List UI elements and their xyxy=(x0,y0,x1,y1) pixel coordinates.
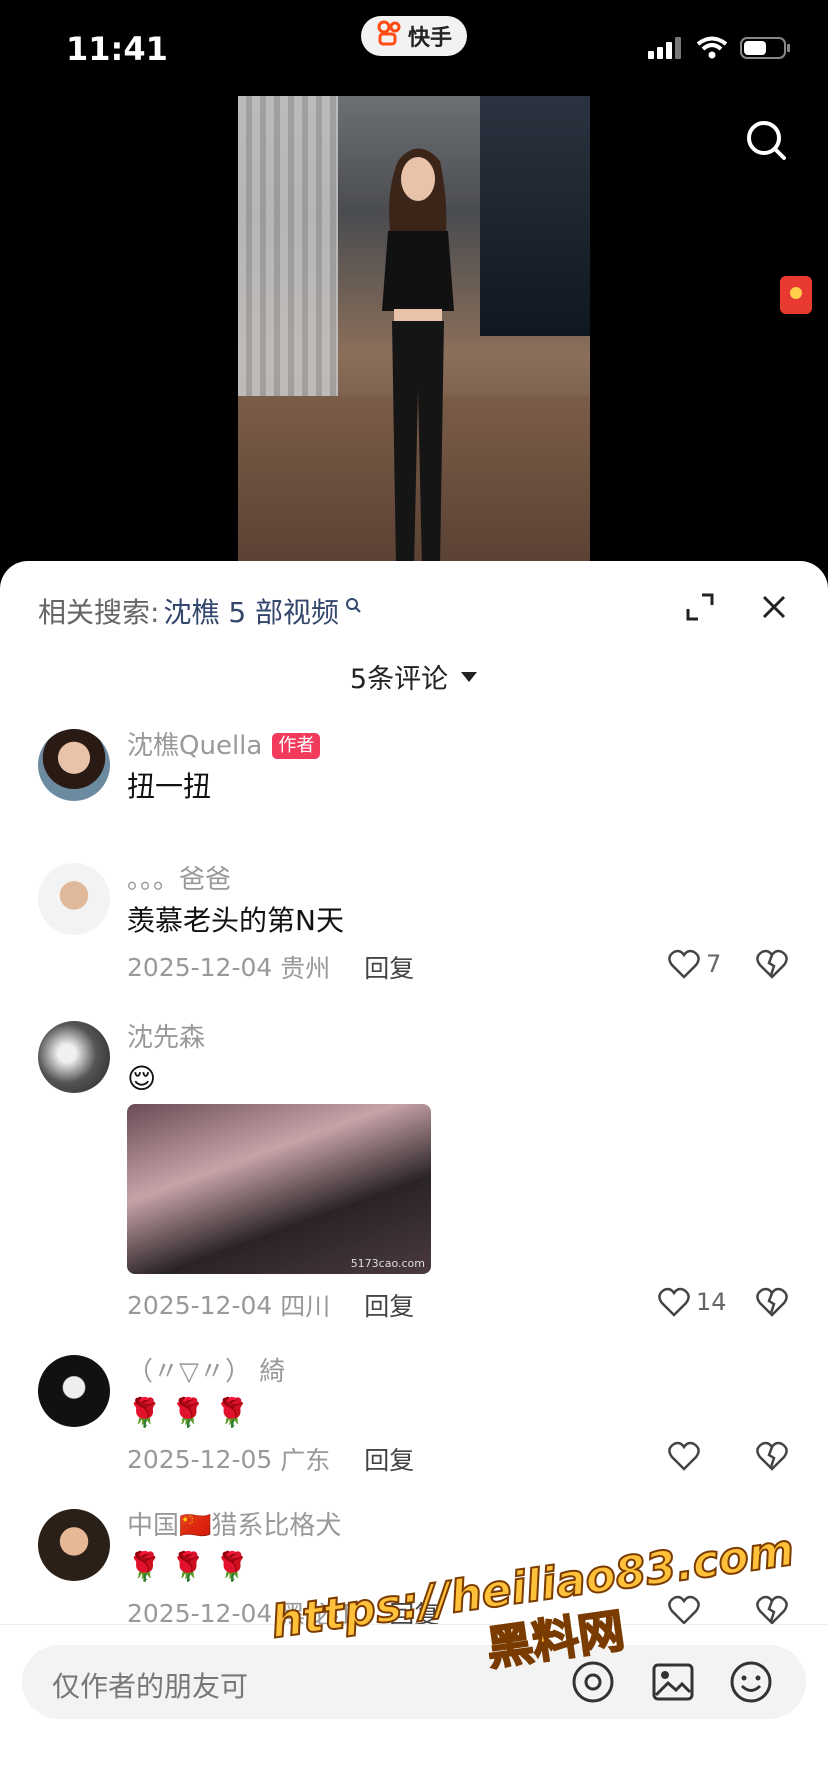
app-pill[interactable]: 快手 xyxy=(361,16,467,56)
battery-icon xyxy=(740,37,790,59)
dislike-button[interactable] xyxy=(756,1287,788,1321)
comment-text[interactable]: 🌹 🌹 🌹 xyxy=(127,1393,787,1433)
comment-meta: 2025-12-05 广东 回复 xyxy=(127,1441,414,1477)
comment-count-toggle[interactable]: 5条评论 xyxy=(0,657,828,696)
comment-location: 贵州 xyxy=(280,954,331,983)
close-icon[interactable] xyxy=(758,591,790,623)
comment-date: 2025-12-04 xyxy=(127,1290,273,1320)
comment-author-name[interactable]: 沈樵Quella xyxy=(127,729,262,763)
comment-author-name[interactable]: 沈先森 xyxy=(127,1021,205,1055)
comment-image[interactable]: 5173cao.com xyxy=(127,1104,431,1274)
image-watermark: 5173cao.com xyxy=(350,1257,425,1270)
signal-icon xyxy=(648,37,681,59)
status-bar: 11:41 快手 xyxy=(0,0,828,90)
comment-text[interactable]: 扭一扭 xyxy=(127,767,787,807)
like-button[interactable]: 7 xyxy=(668,949,721,979)
comment-author-name[interactable]: （〃▽〃） 綺 xyxy=(127,1355,285,1389)
comment-text[interactable]: 😌 xyxy=(127,1059,787,1099)
like-button[interactable]: 14 xyxy=(658,1287,727,1317)
red-packet-icon[interactable] xyxy=(780,276,812,314)
avatar[interactable] xyxy=(38,863,110,935)
video-player[interactable] xyxy=(238,96,590,566)
avatar[interactable] xyxy=(38,1509,110,1581)
reply-button[interactable]: 回复 xyxy=(364,949,414,985)
like-button[interactable] xyxy=(668,1441,700,1471)
expand-icon[interactable] xyxy=(684,591,716,623)
related-search-query[interactable]: 沈樵 5 部视频 xyxy=(163,591,339,631)
comment-input-placeholder: 仅作者的朋友可 xyxy=(52,1670,249,1703)
avatar[interactable] xyxy=(38,1355,110,1427)
dislike-button[interactable] xyxy=(756,949,788,983)
broken-heart-icon xyxy=(756,1287,788,1317)
comment-date: 2025-12-04 xyxy=(127,952,273,982)
comment-meta: 2025-12-04 贵州 回复 xyxy=(127,949,414,985)
author-badge: 作者 xyxy=(272,733,321,759)
small-search-icon xyxy=(346,598,361,613)
search-icon[interactable] xyxy=(744,118,788,162)
video-window xyxy=(480,96,590,336)
comment-location: 广东 xyxy=(280,1446,331,1475)
wifi-icon xyxy=(696,36,728,59)
heart-icon xyxy=(668,1441,700,1471)
status-icons xyxy=(648,36,792,60)
comment-meta: 2025-12-04 四川 回复 xyxy=(127,1287,414,1323)
broken-heart-icon xyxy=(756,1441,788,1471)
heart-icon xyxy=(668,949,700,979)
video-person-figure xyxy=(382,148,454,566)
comment-author-name[interactable]: 中国🇨🇳猎系比格犬 xyxy=(127,1509,341,1543)
comment-count: 5条评论 xyxy=(349,664,449,695)
heart-icon xyxy=(658,1287,690,1317)
avatar[interactable] xyxy=(38,1021,110,1093)
status-time: 11:41 xyxy=(66,30,168,68)
avatar[interactable] xyxy=(38,729,110,801)
related-search[interactable]: 相关搜索: 沈樵 5 部视频 xyxy=(38,591,363,631)
related-search-label: 相关搜索: xyxy=(38,596,160,629)
video-curtain xyxy=(238,96,338,426)
comment-text[interactable]: 羡慕老头的第N天 xyxy=(127,901,787,941)
dislike-button[interactable] xyxy=(756,1441,788,1475)
comment-date: 2025-12-05 xyxy=(127,1444,273,1474)
comment-location: 四川 xyxy=(280,1292,331,1321)
like-count: 7 xyxy=(706,950,722,978)
broken-heart-icon xyxy=(756,949,788,979)
like-count: 14 xyxy=(696,1288,727,1316)
caret-down-icon xyxy=(461,671,478,682)
kuaishou-logo-icon xyxy=(376,20,402,52)
comment-author-name[interactable]: 。。。爸爸 xyxy=(127,863,231,897)
reply-button[interactable]: 回复 xyxy=(364,1441,414,1477)
reply-button[interactable]: 回复 xyxy=(364,1287,414,1323)
app-name: 快手 xyxy=(407,26,452,51)
